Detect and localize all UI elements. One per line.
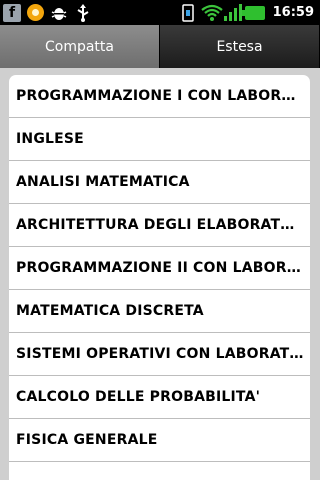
course-name: FISICA GENERALE bbox=[16, 432, 158, 448]
clock: 16:59 bbox=[272, 5, 314, 20]
list-item[interactable]: PROGRAMMAZIONE I CON LABORATORIO bbox=[9, 75, 310, 118]
list-container: PROGRAMMAZIONE I CON LABORATORIO INGLESE… bbox=[0, 71, 320, 480]
course-name: MATEMATICA DISCRETA bbox=[16, 303, 204, 319]
system-icons: 16:59 bbox=[179, 3, 320, 22]
signal-icon bbox=[223, 3, 242, 22]
usb-icon bbox=[74, 3, 92, 22]
tab-label: Compatta bbox=[44, 38, 114, 55]
notification-icons: f bbox=[0, 3, 92, 22]
list-item[interactable]: SISTEMI OPERATIVI CON LABORATORIO bbox=[9, 333, 310, 376]
facebook-icon: f bbox=[3, 3, 21, 22]
course-name: CALCOLO DELLE PROBABILITA' bbox=[16, 389, 261, 405]
course-name: ANALISI MATEMATICA bbox=[16, 174, 190, 190]
tab-estesa[interactable]: Estesa bbox=[160, 25, 320, 68]
tab-label: Estesa bbox=[216, 38, 263, 55]
wifi-icon bbox=[200, 4, 223, 22]
list-item[interactable]: FISICA GENERALE bbox=[9, 419, 310, 462]
list-item[interactable]: MATEMATICA DISCRETA bbox=[9, 290, 310, 333]
sim-card-icon bbox=[179, 3, 197, 22]
list-item[interactable]: ARCHITETTURA DEGLI ELABORATORI E LABORAT… bbox=[9, 204, 310, 247]
course-name: ARCHITETTURA DEGLI ELABORATORI E LABORAT… bbox=[16, 217, 304, 233]
course-name: SISTEMI OPERATIVI CON LABORATORIO bbox=[16, 346, 304, 362]
tab-compatta[interactable]: Compatta bbox=[0, 25, 160, 68]
status-bar: f 16:59 bbox=[0, 0, 320, 25]
course-name: PROGRAMMAZIONE II CON LABORATORIO bbox=[16, 260, 304, 276]
course-name: PROGRAMMAZIONE I CON LABORATORIO bbox=[16, 88, 304, 104]
course-list[interactable]: PROGRAMMAZIONE I CON LABORATORIO INGLESE… bbox=[9, 75, 310, 480]
sun-app-icon bbox=[27, 4, 44, 21]
android-debug-icon bbox=[50, 4, 68, 22]
view-tabs: Compatta Estesa bbox=[0, 25, 320, 68]
list-item[interactable]: PROGRAMMAZIONE II CON LABORATORIO bbox=[9, 247, 310, 290]
list-item[interactable]: CALCOLO DELLE PROBABILITA' bbox=[9, 376, 310, 419]
course-name: INGLESE bbox=[16, 131, 84, 147]
list-item[interactable]: INGLESE bbox=[9, 118, 310, 161]
list-item[interactable]: ANALISI MATEMATICA bbox=[9, 161, 310, 204]
battery-icon bbox=[241, 5, 265, 20]
